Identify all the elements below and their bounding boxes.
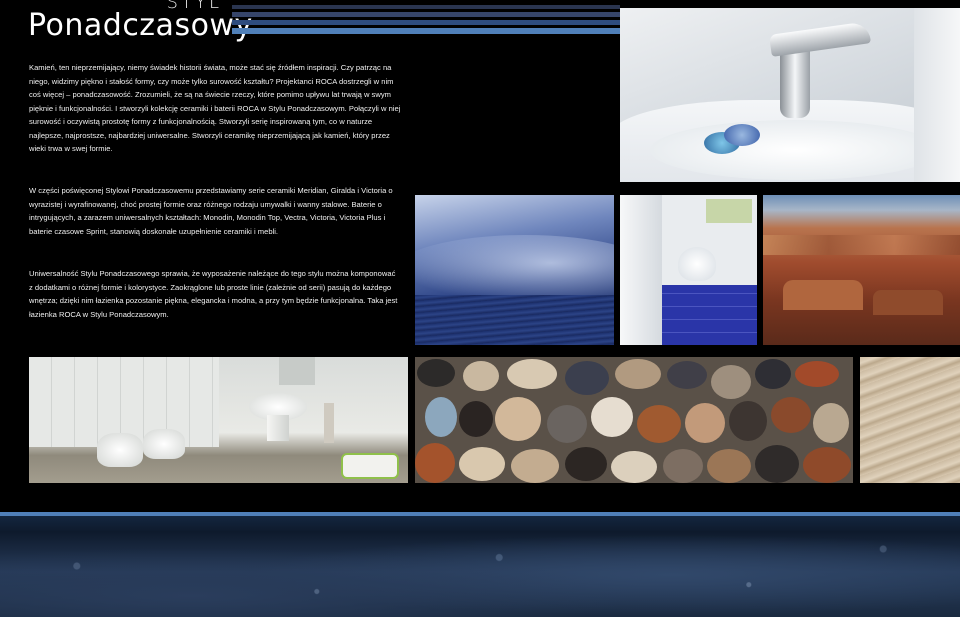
bottom-stone-band: [0, 512, 960, 617]
pebbles-photo: [415, 357, 853, 483]
page-title: Ponadczasowy: [28, 8, 253, 43]
faucet-photo: [620, 8, 960, 182]
blue-tile-bathroom-photo: [620, 195, 757, 345]
water-wave-photo: [415, 195, 614, 345]
sand-ripples-photo: [860, 357, 960, 483]
canyon-landscape-photo: [763, 195, 960, 345]
intro-paragraph: Kamień, ten nieprzemijający, niemy świad…: [29, 63, 401, 153]
white-bathroom-photo: [29, 357, 408, 483]
series-paragraph: W części poświęconej Stylowi Ponadczasow…: [29, 186, 393, 236]
universal-paragraph: Uniwersalność Stylu Ponadczasowego spraw…: [29, 269, 398, 319]
